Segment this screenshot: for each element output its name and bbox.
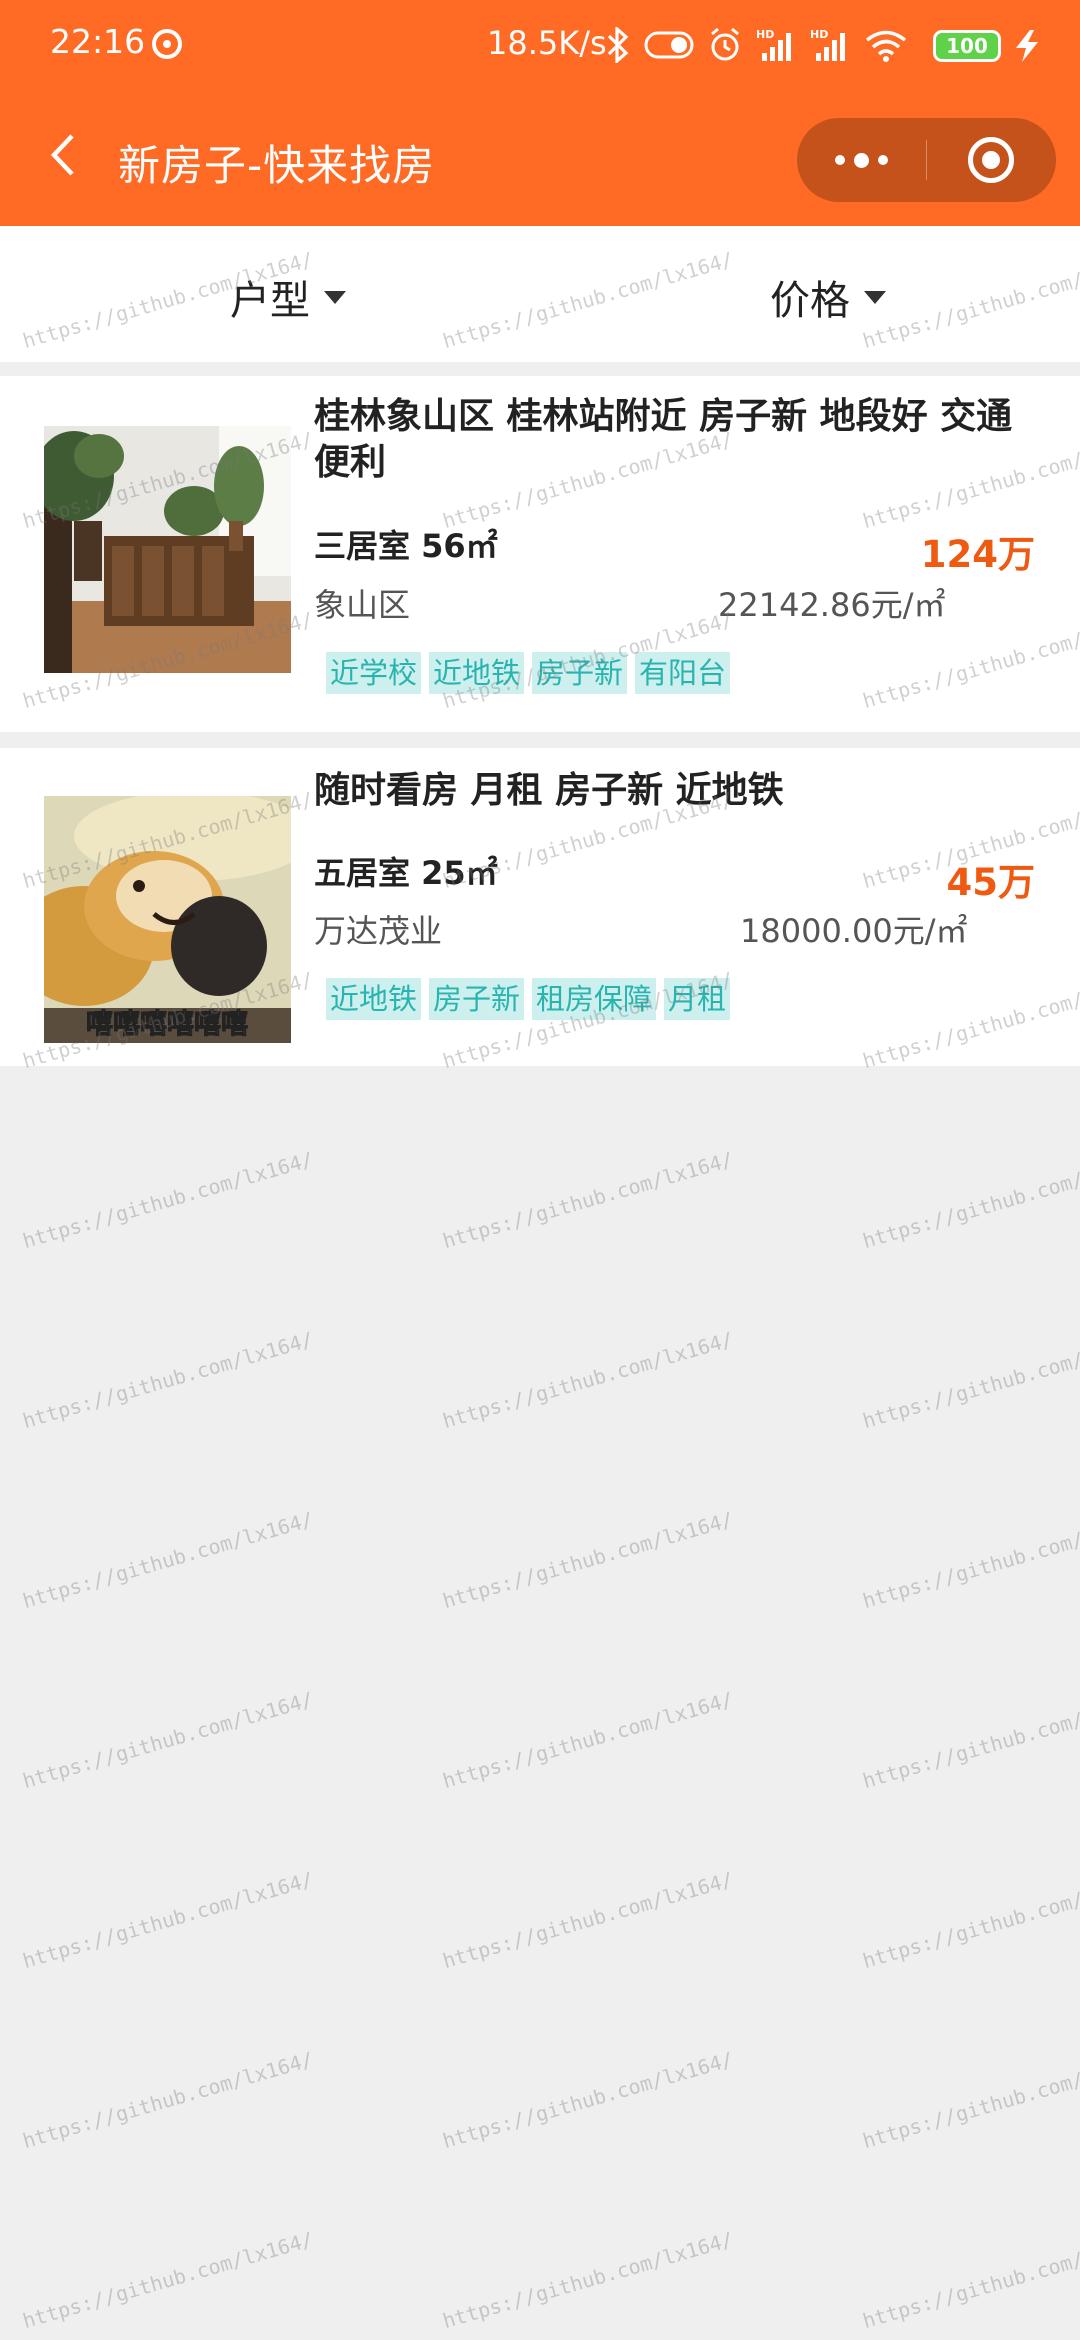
charging-icon xyxy=(1016,30,1038,62)
signal-hd-icon: HD xyxy=(756,28,791,61)
status-time: 22:16 xyxy=(50,22,146,61)
signal-hd-icon: HD xyxy=(810,28,845,61)
tag: 近地铁 xyxy=(429,652,525,694)
alarm-icon xyxy=(711,27,739,61)
listing-unit-price: 22142.86元/㎡ xyxy=(718,586,946,624)
listing-tags: 近学校 近地铁 房子新 有阳台 xyxy=(326,652,731,694)
listing-photo: 嘻嘻嘻嘻嘻嘻 xyxy=(44,796,291,1043)
tag: 月租 xyxy=(664,978,731,1020)
listing-title: 随时看房 月租 房子新 近地铁 xyxy=(314,770,784,811)
watermark-text: https://github.com/lx164/ xyxy=(440,1687,736,1794)
watermark-text: https://github.com/lx164/ xyxy=(20,2047,316,2154)
watermark-text: https://github.com/lx164/ xyxy=(440,1327,736,1434)
more-dots-icon xyxy=(877,155,888,165)
listing-unit-price: 18000.00元/㎡ xyxy=(740,912,968,950)
watermark-text: https://github.com/lx164/ xyxy=(440,2227,736,2334)
watermark-text: https://github.com/lx164/ xyxy=(20,1867,316,1974)
watermark-text: https://github.com/lx164/ xyxy=(20,1327,316,1434)
network-speed: 18.5K/s xyxy=(487,24,607,62)
listing-title: 桂林象山区 桂林站附近 房子新 地段好 交通便利 xyxy=(314,396,1013,483)
watermark-text: https://github.com/lx164/ xyxy=(860,2047,1080,2154)
tag: 近学校 xyxy=(326,652,422,694)
listing-card[interactable]: 嘻嘻嘻嘻嘻嘻 随时看房 月租 房子新 近地铁 五居室 25㎡ 45万 万达茂业 … xyxy=(0,748,1080,1066)
status-bar: 22:16 18.5K/s HD HD 100 xyxy=(0,0,1080,92)
target-close-icon[interactable] xyxy=(968,137,1014,183)
watermark-text: https://github.com/lx164/ xyxy=(860,1687,1080,1794)
watermark-text: https://github.com/lx164/ xyxy=(440,1507,736,1614)
bluetooth-icon xyxy=(607,27,629,63)
photo-caption: 嘻嘻嘻嘻嘻嘻 xyxy=(86,1009,248,1040)
watermark-text: https://github.com/lx164/ xyxy=(20,2227,316,2334)
watermark-text: https://github.com/lx164/ xyxy=(860,2227,1080,2334)
listing-rooms: 三居室 56㎡ xyxy=(314,527,498,565)
watermark-text: https://github.com/lx164/ xyxy=(20,1507,316,1614)
more-button[interactable] xyxy=(797,118,925,202)
filter-bar: 户型 价格 xyxy=(0,226,1080,362)
watermark-text: https://github.com/lx164/ xyxy=(440,2047,736,2154)
battery-icon: 100 xyxy=(933,30,1001,62)
listing-tags: 近地铁 房子新 租房保障 月租 xyxy=(326,978,731,1020)
capsule-divider xyxy=(926,140,927,180)
chevron-left-icon xyxy=(50,134,74,176)
watermark-text: https://github.com/lx164/ xyxy=(440,1867,736,1974)
more-dots-icon xyxy=(853,152,869,168)
watermark-text: https://github.com/lx164/ xyxy=(20,1687,316,1794)
tag: 房子新 xyxy=(429,978,525,1020)
listing-price: 124万 xyxy=(920,533,1035,576)
listing-rooms: 五居室 25㎡ xyxy=(314,854,498,892)
tag: 租房保障 xyxy=(532,978,657,1020)
caret-down-icon xyxy=(864,290,886,304)
tag: 房子新 xyxy=(532,652,628,694)
listing-card[interactable]: 桂林象山区 桂林站附近 房子新 地段好 交通便利 三居室 56㎡ 124万 象山… xyxy=(0,376,1080,732)
filter-label: 户型 xyxy=(230,278,310,324)
header: 22:16 18.5K/s HD HD 100 新房子-快来找房 xyxy=(0,0,1080,226)
listing-district: 象山区 xyxy=(314,586,411,624)
watermark-text: https://github.com/lx164/ xyxy=(440,1147,736,1254)
svg-text:HD: HD xyxy=(810,28,828,41)
listing-price: 45万 xyxy=(946,861,1036,904)
back-button[interactable] xyxy=(38,120,88,190)
more-dots-icon xyxy=(834,155,845,165)
filter-label: 价格 xyxy=(770,278,850,324)
watermark-text: https://github.com/lx164/ xyxy=(860,1327,1080,1434)
wifi-icon xyxy=(865,30,907,62)
caret-down-icon xyxy=(324,290,346,304)
watermark-text: https://github.com/lx164/ xyxy=(860,1507,1080,1614)
page-title: 新房子-快来找房 xyxy=(118,141,436,190)
toggle-icon xyxy=(644,31,694,59)
tag: 有阳台 xyxy=(635,652,731,694)
watermark-text: https://github.com/lx164/ xyxy=(860,1867,1080,1974)
watermark-text: https://github.com/lx164/ xyxy=(860,1147,1080,1254)
swirl-icon xyxy=(152,29,182,59)
nav-bar: 新房子-快来找房 xyxy=(0,92,1080,226)
status-icons: HD HD xyxy=(606,22,908,68)
filter-price[interactable]: 价格 xyxy=(770,268,886,326)
filter-house-type[interactable]: 户型 xyxy=(230,268,346,326)
svg-text:HD: HD xyxy=(756,28,774,41)
listing-photo xyxy=(44,426,291,673)
mini-program-capsule xyxy=(797,118,1056,202)
tag: 近地铁 xyxy=(326,978,422,1020)
watermark-text: https://github.com/lx164/ xyxy=(20,1147,316,1254)
listing-district: 万达茂业 xyxy=(314,912,443,950)
